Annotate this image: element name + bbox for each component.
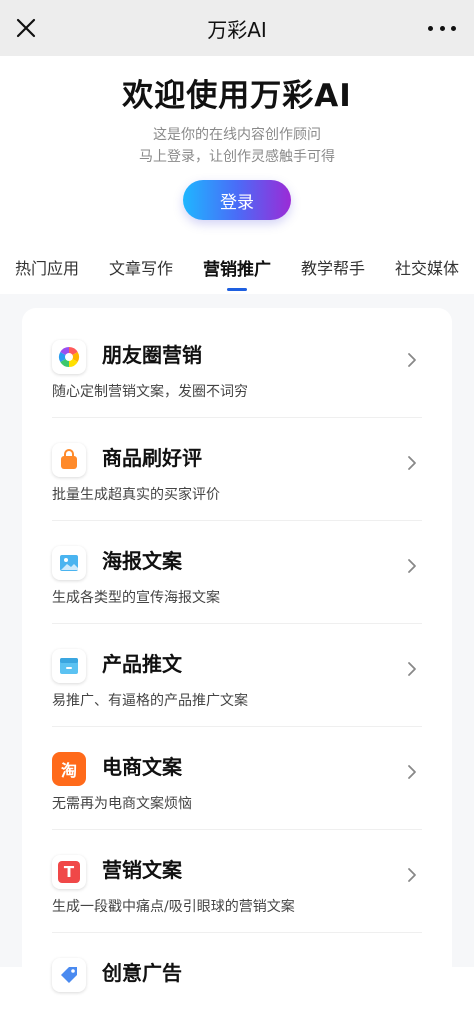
login-button[interactable]: 登录 [183,180,291,220]
tab-article-writing[interactable]: 文章写作 [109,250,173,284]
item-title: 营销文案 [102,858,182,882]
list-item[interactable]: 淘 电商文案 无需再为电商文案烦恼 [52,726,422,830]
shopping-bag-icon [52,443,86,477]
item-title: 海报文案 [102,549,182,573]
item-title: 创意广告 [102,961,182,985]
chevron-right-icon [408,456,416,470]
list-item[interactable]: 创意广告 [52,932,422,1035]
item-description: 易推广、有逼格的产品推广文案 [52,693,248,709]
welcome-subtitle-1: 这是你的在线内容创作顾问 [153,127,321,143]
aperture-icon [52,340,86,374]
list-item[interactable]: 海报文案 生成各类型的宣传海报文案 [52,520,422,624]
more-icon[interactable] [428,18,456,38]
item-description: 无需再为电商文案烦恼 [52,796,192,812]
title-bar: 万彩AI [0,0,474,56]
item-title: 电商文案 [102,755,182,779]
tab-marketing[interactable]: 营销推广 [203,250,271,291]
item-title: 产品推文 [102,652,182,676]
chevron-right-icon [408,662,416,676]
page-title: 万彩AI [207,17,267,42]
chevron-right-icon [408,353,416,367]
chevron-right-icon [408,868,416,882]
list-item[interactable]: 朋友圈营销 随心定制营销文案，发圈不词穷 [52,314,422,418]
welcome-title: 欢迎使用万彩AI [122,78,352,114]
list-item[interactable]: 商品刷好评 批量生成超真实的买家评价 [52,417,422,521]
more-dot [451,25,456,31]
more-dot [439,25,445,31]
box-icon [52,649,86,683]
content-area: 朋友圈营销 随心定制营销文案，发圈不词穷 商品刷好评 批量生成超真实的买家评价 [0,294,474,1008]
item-title: 商品刷好评 [102,446,202,470]
welcome-subtitle-2: 马上登录，让创作灵感触手可得 [139,149,335,165]
tool-list-card: 朋友圈营销 随心定制营销文案，发圈不词穷 商品刷好评 批量生成超真实的买家评价 [22,308,452,1008]
chevron-right-icon [408,559,416,573]
item-description: 生成一段戳中痛点/吸引眼球的营销文案 [52,899,295,915]
tao-glyph: 淘 [60,761,77,780]
welcome-section: 欢迎使用万彩AI 这是你的在线内容创作顾问 马上登录，让创作灵感触手可得 登录 [0,56,474,220]
text-icon: T [52,855,86,889]
list-item[interactable]: T 营销文案 生成一段戳中痛点/吸引眼球的营销文案 [52,829,422,933]
category-tabs: 热门应用 文章写作 营销推广 教学帮手 社交媒体 [0,250,474,291]
item-description: 随心定制营销文案，发圈不词穷 [52,384,248,400]
item-description: 生成各类型的宣传海报文案 [52,590,220,606]
item-title: 朋友圈营销 [102,343,202,367]
list-item[interactable]: 产品推文 易推广、有逼格的产品推广文案 [52,623,422,727]
image-icon [52,546,86,580]
tab-hot-apps[interactable]: 热门应用 [15,250,79,284]
tao-icon: 淘 [52,752,86,786]
text-glyph: T [63,863,75,881]
tab-teaching[interactable]: 教学帮手 [301,250,365,284]
tab-social-media[interactable]: 社交媒体 [395,250,459,284]
tag-icon [52,958,86,992]
chevron-right-icon [408,765,416,779]
item-description: 批量生成超真实的买家评价 [52,487,220,503]
close-icon[interactable] [14,16,38,40]
more-dot [428,25,433,31]
